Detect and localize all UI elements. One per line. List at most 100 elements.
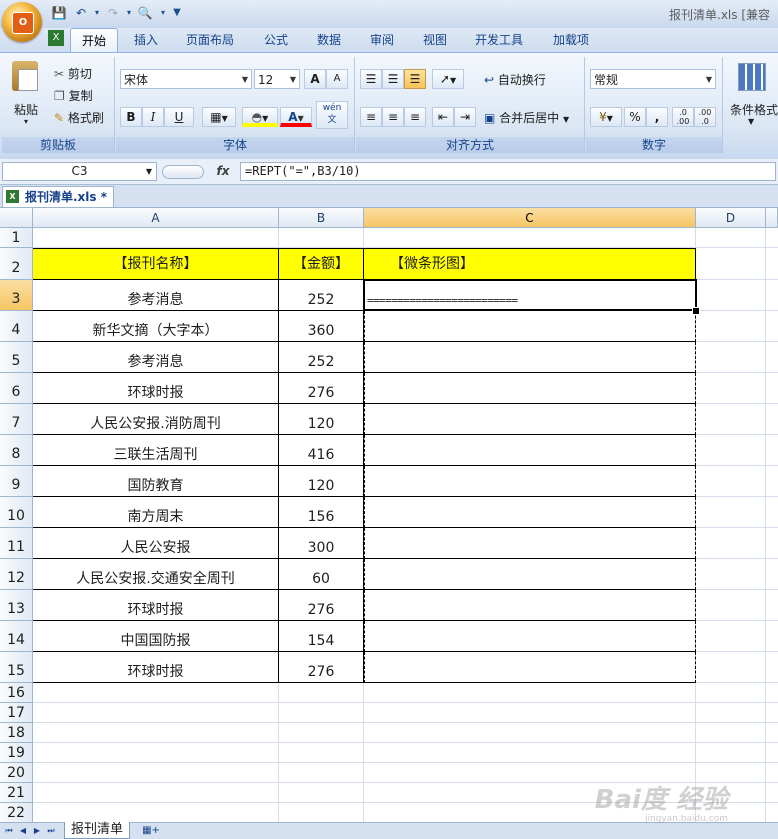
table-cell-name[interactable]: 参考消息 — [33, 342, 279, 373]
row-header[interactable]: 3 — [0, 280, 33, 311]
row-header[interactable]: 1 — [0, 228, 33, 248]
tab-data[interactable]: 数据 — [306, 28, 352, 52]
orientation-button[interactable]: ➚▼ — [432, 69, 464, 89]
row-header[interactable]: 12 — [0, 559, 33, 590]
increase-decimal-button[interactable]: .0 .00 — [672, 107, 694, 127]
percent-button[interactable]: % — [624, 107, 646, 127]
italic-button[interactable]: I — [142, 107, 164, 127]
table-cell-amount[interactable]: 276 — [279, 652, 364, 683]
customize-qat-icon[interactable]: ▼ — [168, 4, 186, 22]
row-header[interactable]: 13 — [0, 590, 33, 621]
row-header[interactable]: 14 — [0, 621, 33, 652]
table-cell-amount[interactable]: 276 — [279, 590, 364, 621]
table-cell-name[interactable]: 三联生活周刊 — [33, 435, 279, 466]
column-header-a[interactable]: A — [33, 208, 279, 228]
row-header[interactable]: 17 — [0, 703, 33, 723]
row-header[interactable]: 2 — [0, 248, 33, 280]
align-center-button[interactable]: ≡ — [382, 107, 404, 127]
table-cell-amount[interactable]: 154 — [279, 621, 364, 652]
bold-button[interactable]: B — [120, 107, 142, 127]
prev-sheet-icon[interactable]: ◀ — [18, 825, 28, 837]
table-cell-bar[interactable] — [364, 466, 696, 497]
table-cell-name[interactable]: 人民公安报.消防周刊 — [33, 404, 279, 435]
table-cell-amount[interactable]: 120 — [279, 404, 364, 435]
column-header-e[interactable] — [766, 208, 778, 228]
font-name-select[interactable]: 宋体 ▼ — [120, 69, 252, 89]
tab-addins[interactable]: 加载项 — [540, 28, 602, 52]
tab-view[interactable]: 视图 — [412, 28, 458, 52]
table-cell-amount[interactable]: 60 — [279, 559, 364, 590]
row-header[interactable]: 18 — [0, 723, 33, 743]
first-sheet-icon[interactable]: ⏮ — [4, 825, 14, 837]
table-cell-bar[interactable] — [364, 621, 696, 652]
align-middle-button[interactable]: ☰ — [382, 69, 404, 89]
table-cell-bar[interactable] — [364, 652, 696, 683]
borders-button[interactable]: ▦▼ — [202, 107, 236, 127]
header-cell-a[interactable]: 【报刊名称】 — [33, 248, 279, 280]
row-header[interactable]: 19 — [0, 743, 33, 763]
table-cell-name[interactable]: 国防教育 — [33, 466, 279, 497]
table-cell-amount[interactable]: 300 — [279, 528, 364, 559]
conditional-format-icon[interactable] — [738, 63, 766, 91]
table-cell-amount[interactable]: 276 — [279, 373, 364, 404]
row-header[interactable]: 21 — [0, 783, 33, 803]
tab-page-layout[interactable]: 页面布局 — [178, 28, 242, 52]
table-cell-bar[interactable] — [364, 373, 696, 404]
header-cell-b[interactable]: 【金额】 — [279, 248, 364, 280]
workbook-tab[interactable]: X 报刊清单.xls * — [2, 186, 115, 207]
merge-center-button[interactable]: ▣ 合并后居中 ▼ — [484, 109, 569, 126]
table-cell-bar[interactable] — [364, 559, 696, 590]
table-cell-bar[interactable] — [364, 590, 696, 621]
sheet-tab[interactable]: 报刊清单 — [64, 822, 131, 839]
decrease-indent-button[interactable]: ⇤ — [432, 107, 454, 127]
fill-color-button[interactable]: ◓▼ — [242, 107, 278, 127]
last-sheet-icon[interactable]: ⏭ — [46, 825, 56, 837]
table-cell-name[interactable]: 环球时报 — [33, 373, 279, 404]
insert-sheet-icon[interactable]: ▦+ — [140, 823, 162, 838]
wrap-text-button[interactable]: ↩ 自动换行 — [484, 71, 546, 88]
table-cell-name[interactable]: 人民公安报 — [33, 528, 279, 559]
name-box[interactable]: C3 ▼ — [2, 162, 157, 181]
save-icon[interactable]: 💾 — [50, 4, 68, 22]
paste-button[interactable]: 粘贴 — [14, 101, 38, 118]
table-cell-name[interactable]: 参考消息 — [33, 280, 279, 311]
tab-formulas[interactable]: 公式 — [252, 28, 300, 52]
tab-insert[interactable]: 插入 — [124, 28, 168, 52]
column-header-c[interactable]: C — [364, 208, 696, 228]
chevron-down-icon[interactable]: ▼ — [146, 163, 152, 180]
shrink-font-button[interactable]: A — [326, 69, 348, 89]
row-header[interactable]: 15 — [0, 652, 33, 683]
table-cell-amount[interactable]: 252 — [279, 280, 364, 311]
align-right-button[interactable]: ≡ — [404, 107, 426, 127]
table-cell-bar[interactable] — [364, 497, 696, 528]
decrease-decimal-button[interactable]: .00 .0 — [694, 107, 716, 127]
tab-developer[interactable]: 开发工具 — [466, 28, 532, 52]
row-header[interactable]: 5 — [0, 342, 33, 373]
office-button[interactable]: O — [2, 2, 42, 42]
table-cell-amount[interactable]: 156 — [279, 497, 364, 528]
table-cell-name[interactable]: 环球时报 — [33, 652, 279, 683]
table-cell-name[interactable]: 南方周末 — [33, 497, 279, 528]
formula-bar-splitter[interactable] — [162, 165, 204, 179]
table-cell-bar[interactable] — [364, 342, 696, 373]
next-sheet-icon[interactable]: ▶ — [32, 825, 42, 837]
formula-input[interactable]: =REPT("=",B3/10) — [240, 162, 776, 181]
paste-icon[interactable] — [12, 61, 38, 91]
row-header[interactable]: 11 — [0, 528, 33, 559]
table-cell-bar[interactable] — [364, 311, 696, 342]
row-header[interactable]: 8 — [0, 435, 33, 466]
align-top-button[interactable]: ☰ — [360, 69, 382, 89]
format-painter-button[interactable]: ✎ 格式刷 — [54, 109, 104, 126]
increase-indent-button[interactable]: ⇥ — [454, 107, 476, 127]
accounting-format-button[interactable]: ¥▼ — [590, 107, 622, 127]
chevron-down-icon[interactable]: ▼ — [748, 117, 754, 126]
font-size-select[interactable]: 12 ▼ — [254, 69, 300, 89]
insert-function-icon[interactable]: fx — [208, 162, 238, 181]
table-cell-bar[interactable] — [364, 435, 696, 466]
grow-font-button[interactable]: A — [304, 69, 326, 89]
table-cell-name[interactable]: 新华文摘（大字本） — [33, 311, 279, 342]
number-format-select[interactable]: 常规 ▼ — [590, 69, 716, 89]
row-header[interactable]: 10 — [0, 497, 33, 528]
font-color-button[interactable]: A▼ — [280, 107, 312, 127]
column-header-b[interactable]: B — [279, 208, 364, 228]
